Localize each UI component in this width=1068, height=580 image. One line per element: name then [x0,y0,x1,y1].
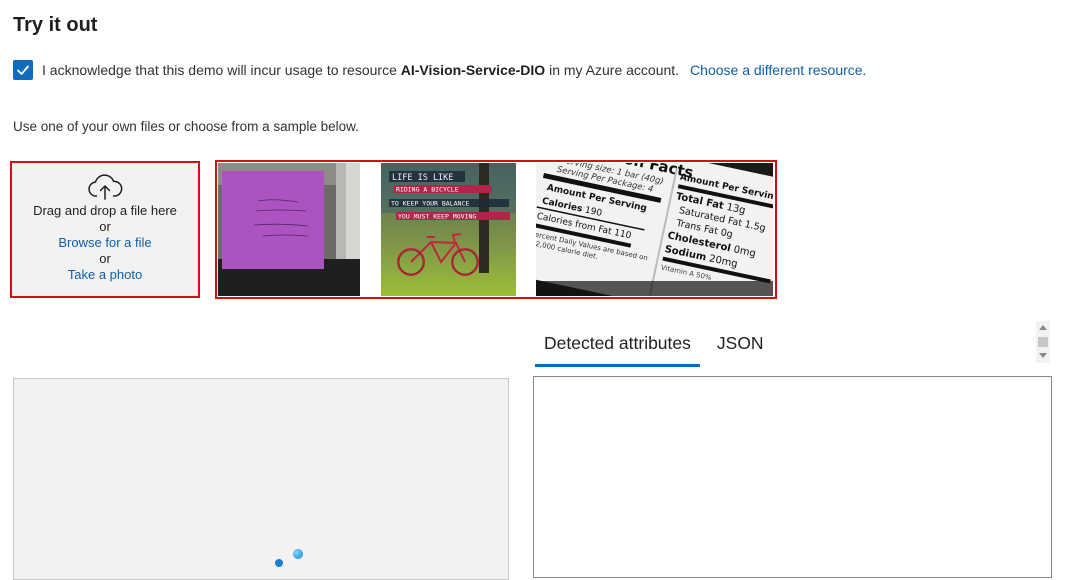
resource-name: AI-Vision-Service-DIO [400,62,546,78]
acknowledge-checkbox[interactable] [13,60,33,80]
scroll-up-arrow-icon[interactable] [1039,325,1047,330]
vertical-scrollbar[interactable] [1036,321,1050,363]
browse-file-link[interactable]: Browse for a file [12,235,198,251]
ack-text-before: I acknowledge that this demo will incur … [42,62,401,78]
svg-text:RIDING A BICYCLE: RIDING A BICYCLE [396,186,459,194]
loading-spinner-dot [275,559,283,567]
svg-text:LIFE IS LIKE: LIFE IS LIKE [392,173,453,183]
take-photo-link[interactable]: Take a photo [12,267,198,283]
intro-text: Use one of your own files or choose from… [13,119,359,134]
loading-spinner-dot [293,549,303,559]
results-tab-bar: Detected attributes JSON [535,330,773,367]
page-title: Try it out [13,14,98,36]
sample-image-sticky-note[interactable] [218,163,360,296]
sample-image-nutrition-facts[interactable]: Nutrition Facts Serving size: 1 bar (40g… [536,163,773,296]
ack-text-after: in my Azure account. [545,62,680,78]
or-separator: or [99,219,111,234]
choose-resource-link[interactable]: Choose a different resource. [690,62,866,78]
sample-images-strip: LIFE IS LIKE RIDING A BICYCLE TO KEEP YO… [215,160,777,299]
or-separator: or [99,251,111,266]
scroll-down-arrow-icon[interactable] [1039,353,1047,358]
drag-drop-text: Drag and drop a file here [33,203,177,218]
svg-text:YOU MUST KEEP MOVING: YOU MUST KEEP MOVING [398,213,476,221]
acknowledge-text: I acknowledge that this demo will incur … [42,62,679,78]
results-panel [533,376,1052,578]
bicycle-quote-image: LIFE IS LIKE RIDING A BICYCLE TO KEEP YO… [381,163,516,296]
sticky-note-image [218,163,360,296]
acknowledge-row: I acknowledge that this demo will incur … [13,59,866,81]
checkmark-icon [17,65,29,75]
nutrition-label-image: Nutrition Facts Serving size: 1 bar (40g… [536,163,773,296]
sample-image-bicycle[interactable]: LIFE IS LIKE RIDING A BICYCLE TO KEEP YO… [381,163,516,296]
tab-json[interactable]: JSON [708,330,773,364]
scrollbar-thumb[interactable] [1038,337,1048,347]
cloud-upload-icon [88,174,123,200]
image-preview-panel [13,378,509,580]
file-drop-zone[interactable]: Drag and drop a file here or Browse for … [10,161,200,298]
svg-text:TO KEEP YOUR BALANCE: TO KEEP YOUR BALANCE [391,200,469,208]
tab-detected-attributes[interactable]: Detected attributes [535,330,700,367]
